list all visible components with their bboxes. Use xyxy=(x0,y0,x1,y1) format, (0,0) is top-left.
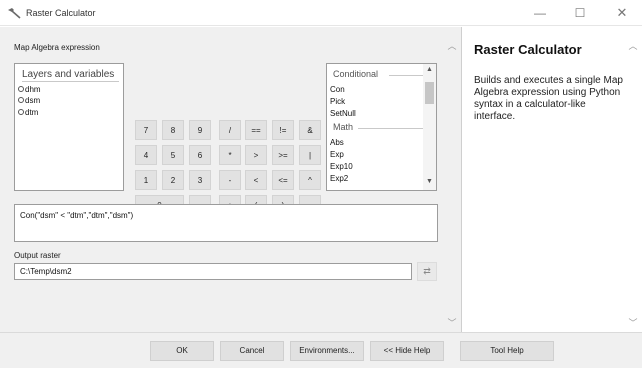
tool-help-button[interactable]: Tool Help xyxy=(460,341,554,361)
tool-hammer-icon xyxy=(8,8,21,19)
help-pane xyxy=(461,27,642,332)
expression-value: Con("dsm" < "dtm","dtm","dsm") xyxy=(20,211,134,220)
layer-item[interactable]: dhm xyxy=(18,85,41,94)
function-item[interactable]: Con xyxy=(330,85,345,94)
key-xor[interactable]: ^ xyxy=(299,170,321,190)
key-2[interactable]: 2 xyxy=(162,170,184,190)
layers-divider xyxy=(22,81,119,82)
output-raster-field[interactable]: C:\Temp\dsm2 xyxy=(14,263,412,280)
layer-label: dtm xyxy=(25,108,39,117)
scroll-down-arrow-icon[interactable]: ▼ xyxy=(423,178,436,185)
key-or[interactable]: | xyxy=(299,145,321,165)
key-equal[interactable]: == xyxy=(245,120,267,140)
raster-layer-icon xyxy=(18,109,24,115)
form-scroll-up-icon[interactable]: ︿ xyxy=(446,39,458,52)
key-less-equal[interactable]: <= xyxy=(272,170,294,190)
browse-folder-button[interactable]: ⇄ xyxy=(417,262,437,281)
key-minus[interactable]: - xyxy=(219,170,241,190)
layer-label: dsm xyxy=(25,96,41,105)
scrollbar-thumb[interactable] xyxy=(425,82,434,104)
function-item[interactable]: Exp xyxy=(330,150,344,159)
key-divide[interactable]: / xyxy=(219,120,241,140)
key-less-than[interactable]: < xyxy=(245,170,267,190)
key-4[interactable]: 4 xyxy=(135,145,157,165)
help-scroll-down-icon[interactable]: ﹀ xyxy=(627,316,639,329)
functions-scrollbar[interactable]: ▲ ▼ xyxy=(423,64,436,190)
key-7[interactable]: 7 xyxy=(135,120,157,140)
output-raster-value: C:\Temp\dsm2 xyxy=(20,267,72,276)
title-bar: Raster Calculator — ☐ ✕ xyxy=(0,0,642,26)
layers-list[interactable]: Layers and variables dhm dsm dtm xyxy=(14,63,124,191)
function-item[interactable]: Pick xyxy=(330,97,345,106)
key-not-equal[interactable]: != xyxy=(272,120,294,140)
key-6[interactable]: 6 xyxy=(189,145,211,165)
key-8[interactable]: 8 xyxy=(162,120,184,140)
layer-label: dhm xyxy=(25,85,41,94)
function-item[interactable]: Exp2 xyxy=(330,174,348,183)
conditional-divider xyxy=(389,75,423,76)
key-greater-equal[interactable]: >= xyxy=(272,145,294,165)
browse-folder-icon: ⇄ xyxy=(423,266,431,276)
output-raster-label: Output raster xyxy=(14,251,61,260)
minimize-button[interactable]: — xyxy=(520,0,560,26)
key-multiply[interactable]: * xyxy=(219,145,241,165)
key-and[interactable]: & xyxy=(299,120,321,140)
key-5[interactable]: 5 xyxy=(162,145,184,165)
layer-item[interactable]: dsm xyxy=(18,96,40,105)
key-greater-than[interactable]: > xyxy=(245,145,267,165)
expression-label: Map Algebra expression xyxy=(14,43,100,52)
environments-button[interactable]: Environments... xyxy=(290,341,364,361)
raster-layer-icon xyxy=(18,86,24,92)
math-header: Math xyxy=(333,122,354,132)
key-3[interactable]: 3 xyxy=(189,170,211,190)
ok-button[interactable]: OK xyxy=(150,341,214,361)
functions-list[interactable]: Conditional Con Pick SetNull Math Abs Ex… xyxy=(326,63,437,191)
cancel-button[interactable]: Cancel xyxy=(220,341,284,361)
expression-textbox[interactable]: Con("dsm" < "dtm","dtm","dsm") xyxy=(14,204,438,242)
maximize-button[interactable]: ☐ xyxy=(560,0,600,26)
function-item[interactable]: Abs xyxy=(330,138,344,147)
layer-item[interactable]: dtm xyxy=(18,108,38,117)
hide-help-button[interactable]: << Hide Help xyxy=(370,341,444,361)
raster-layer-icon xyxy=(18,97,24,103)
key-9[interactable]: 9 xyxy=(189,120,211,140)
scroll-up-arrow-icon[interactable]: ▲ xyxy=(423,66,436,73)
layers-header: Layers and variables xyxy=(22,69,115,80)
help-title: Raster Calculator xyxy=(474,42,582,57)
help-description: Builds and executes a single Map Algebra… xyxy=(474,75,623,122)
key-1[interactable]: 1 xyxy=(135,170,157,190)
help-scroll-up-icon[interactable]: ︿ xyxy=(627,39,639,52)
close-button[interactable]: ✕ xyxy=(602,0,642,26)
function-item[interactable]: SetNull xyxy=(330,109,356,118)
form-scroll-down-icon[interactable]: ﹀ xyxy=(446,316,458,329)
math-divider xyxy=(358,128,423,129)
function-item[interactable]: Exp10 xyxy=(330,162,353,171)
window-title: Raster Calculator xyxy=(26,8,96,18)
conditional-header: Conditional xyxy=(333,69,379,79)
